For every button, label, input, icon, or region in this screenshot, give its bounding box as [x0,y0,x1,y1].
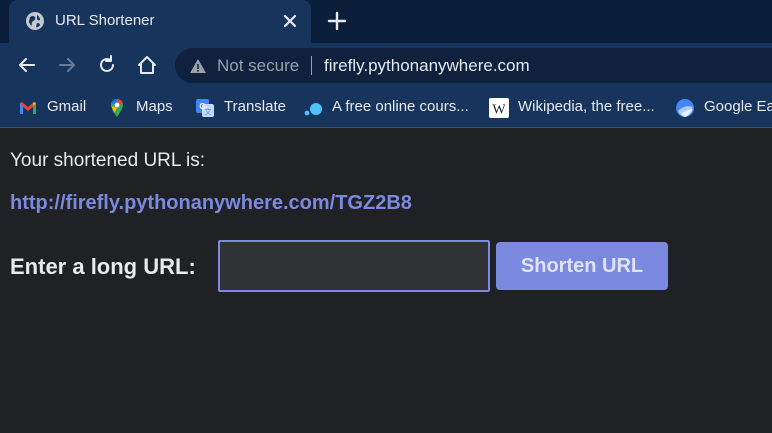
back-arrow-icon[interactable] [16,54,38,76]
gmail-icon [20,102,36,114]
bookmark-label: Wikipedia, the free... [518,98,655,115]
tab-strip: URL Shortener [0,0,772,43]
omnibox-divider [311,56,312,75]
reload-icon[interactable] [96,54,118,76]
bookmarks-bar: Gmail Maps G 文 Translate A free online c… [0,88,772,128]
home-icon[interactable] [136,54,158,76]
translate-icon: G 文 [196,99,214,117]
shorten-url-button[interactable]: Shorten URL [496,242,668,290]
warning-icon[interactable] [189,57,207,75]
wikipedia-icon: W [489,98,509,118]
bookmark-label: Google Earth [704,98,772,115]
forward-arrow-icon[interactable] [56,54,78,76]
security-status-label[interactable]: Not secure [217,56,299,76]
bookmark-label: Gmail [47,98,87,115]
address-bar[interactable]: Not secure firefly.pythonanywhere.com [175,48,772,83]
long-url-input[interactable] [218,240,490,292]
close-tab-icon[interactable] [280,11,300,31]
tab-url-shortener[interactable]: URL Shortener [9,0,311,43]
tab-title: URL Shortener [55,12,155,29]
svg-text:W: W [492,103,506,118]
course-icon [304,103,322,116]
maps-icon [111,99,123,117]
bookmark-label: Maps [136,98,173,115]
globe-icon [26,12,44,30]
page-content: Your shortened URL is: http://firefly.py… [0,129,772,433]
shortened-url-link[interactable]: http://firefly.pythonanywhere.com/TGZ2B8 [10,192,412,215]
svg-text:文: 文 [205,107,212,116]
url-text[interactable]: firefly.pythonanywhere.com [324,56,530,76]
new-tab-icon[interactable] [326,10,348,32]
bookmark-label: A free online cours... [332,98,469,115]
bookmark-label: Translate [224,98,286,115]
long-url-label: Enter a long URL: [10,254,196,279]
browser-toolbar: Not secure firefly.pythonanywhere.com [0,43,772,88]
result-intro-text: Your shortened URL is: [10,150,206,171]
google-earth-icon [676,99,694,117]
